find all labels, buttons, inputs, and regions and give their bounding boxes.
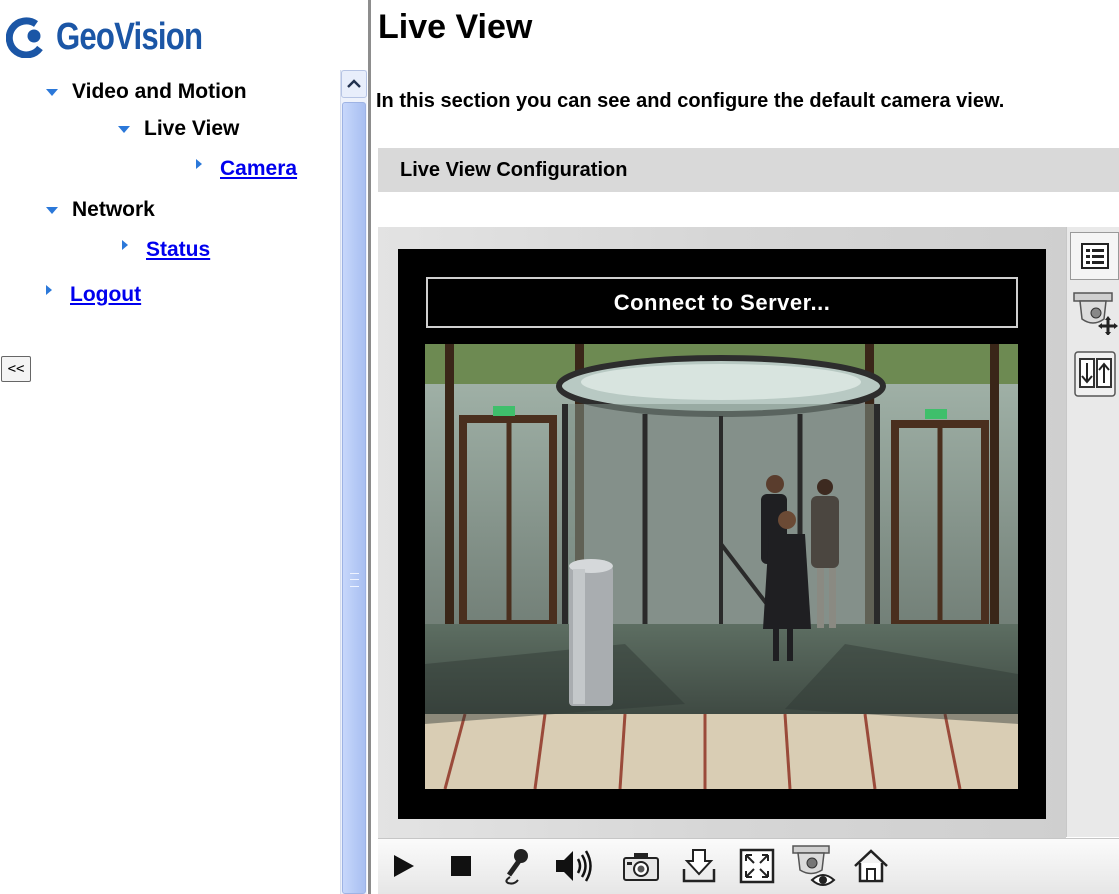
nav-scrollbar[interactable] xyxy=(340,70,367,894)
collapsed-arrow-icon xyxy=(46,285,52,295)
nav-label: Live View xyxy=(144,117,240,140)
scroll-thumb[interactable] xyxy=(342,102,366,894)
fullscreen-button[interactable] xyxy=(734,842,780,890)
logo-mark-icon xyxy=(5,16,48,59)
collapsed-arrow-icon xyxy=(196,159,202,169)
connection-status: Connect to Server... xyxy=(426,277,1018,328)
snapshot-camera-icon xyxy=(623,853,659,881)
expanded-arrow-icon xyxy=(46,88,58,96)
nav-link-camera[interactable]: Camera xyxy=(220,157,297,181)
nav-item-status[interactable]: Status xyxy=(122,238,210,262)
chevron-up-icon xyxy=(347,79,361,88)
play-icon xyxy=(394,855,414,877)
home-icon xyxy=(854,849,888,883)
settings-list-button[interactable] xyxy=(1070,232,1119,280)
page-title: Live View xyxy=(378,8,533,46)
io-control-button[interactable] xyxy=(1070,350,1119,398)
nav-link-logout[interactable]: Logout xyxy=(70,283,141,307)
grip-icon xyxy=(350,573,359,587)
download-button[interactable] xyxy=(676,842,722,890)
nav-item-camera[interactable]: Camera xyxy=(196,157,297,181)
expanded-arrow-icon xyxy=(46,206,58,214)
camera-feed-image[interactable] xyxy=(425,344,1018,789)
microphone-icon xyxy=(505,849,528,885)
nav-item-logout[interactable]: Logout xyxy=(46,283,141,307)
snapshot-button[interactable] xyxy=(618,842,664,890)
ptz-control-button[interactable] xyxy=(1070,288,1119,336)
home-button[interactable] xyxy=(848,842,894,890)
camera-view-icon xyxy=(792,845,836,886)
collapsed-arrow-icon xyxy=(122,240,128,250)
speaker-icon xyxy=(556,850,592,882)
download-icon xyxy=(682,849,716,883)
frame-divider[interactable] xyxy=(368,0,371,894)
nav-item-live-view[interactable]: Live View xyxy=(118,117,239,141)
logo-text: GeoVision xyxy=(56,15,203,58)
settings-list-icon xyxy=(1080,243,1109,269)
camera-view-button[interactable] xyxy=(790,842,836,890)
ptz-camera-icon xyxy=(1072,292,1118,335)
nav-link-status[interactable]: Status xyxy=(146,238,210,262)
microphone-button[interactable] xyxy=(494,842,540,890)
fullscreen-icon xyxy=(739,848,775,884)
play-button[interactable] xyxy=(380,842,426,890)
nav-label: Video and Motion xyxy=(72,80,247,103)
nav-label: Network xyxy=(72,198,155,221)
geovision-logo: GeoVision xyxy=(5,12,234,62)
section-header: Live View Configuration xyxy=(378,148,1119,192)
speaker-button[interactable] xyxy=(550,842,596,890)
scroll-up-button[interactable] xyxy=(341,70,367,98)
page-description: In this section you can see and configur… xyxy=(376,90,1005,112)
stop-button[interactable] xyxy=(438,842,484,890)
nav-item-video-and-motion[interactable]: Video and Motion xyxy=(46,80,247,104)
expanded-arrow-icon xyxy=(118,125,130,133)
section-title: Live View Configuration xyxy=(400,158,628,181)
stop-icon xyxy=(451,856,471,876)
nav-item-network[interactable]: Network xyxy=(46,198,155,222)
io-control-icon xyxy=(1073,351,1116,397)
collapse-menu-button[interactable]: << xyxy=(1,356,31,382)
